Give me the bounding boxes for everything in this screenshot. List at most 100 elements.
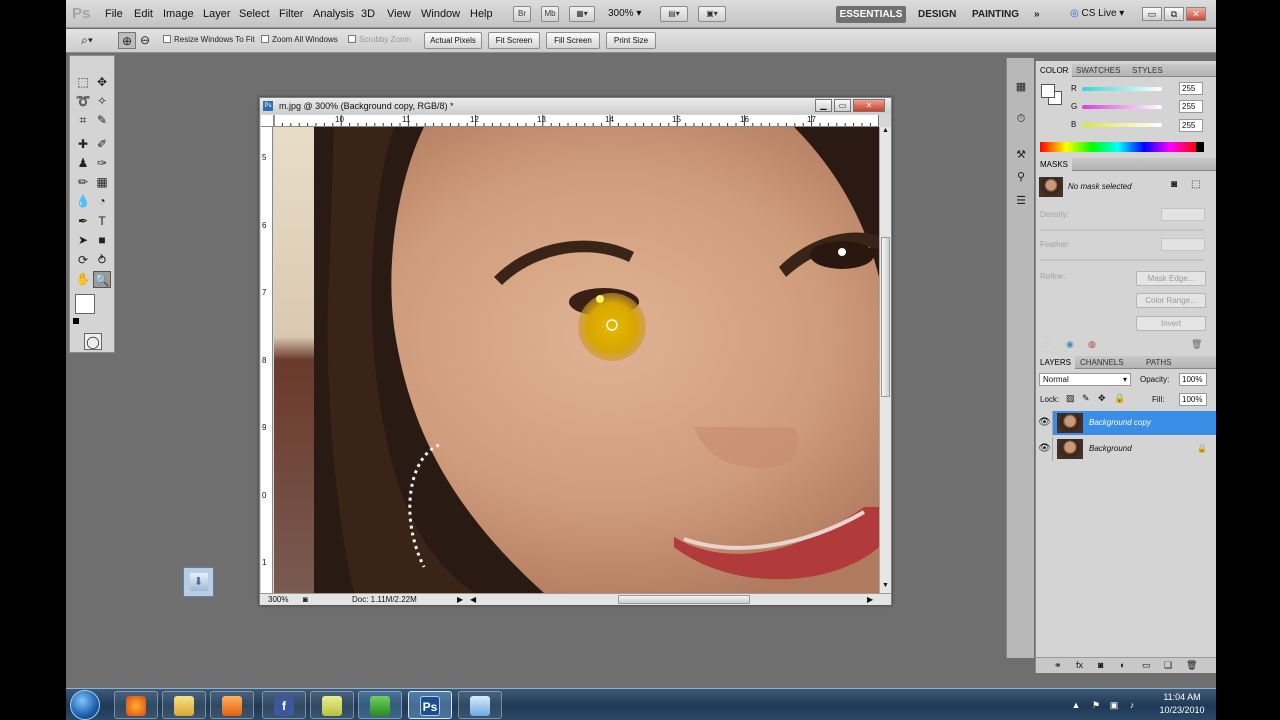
foreground-color-swatch[interactable] [75,294,95,314]
image-canvas[interactable] [274,127,879,593]
horizontal-scroll-thumb[interactable] [618,595,750,604]
taskbar-facebook[interactable]: f [262,691,306,719]
more-workspaces-button[interactable]: » [1034,6,1040,23]
tab-channels[interactable]: CHANNELS [1076,356,1128,369]
layer-row-background-copy[interactable]: Background copy [1053,411,1216,435]
channel-b-slider[interactable] [1082,123,1162,127]
feather-slider[interactable] [1040,259,1204,261]
channel-r-slider[interactable] [1082,87,1162,91]
pixel-mask-icon[interactable]: ◙ [1171,179,1177,190]
eyedropper-tool-icon[interactable]: ✎ [93,112,111,129]
link-layers-icon[interactable]: ⚭ [1054,660,1062,671]
channel-g-slider[interactable] [1082,105,1162,109]
lock-position-icon[interactable]: ✥ [1098,393,1106,404]
scroll-right-icon[interactable]: ▶ [867,594,873,606]
tray-arrow-icon[interactable]: ▲ [1070,699,1082,711]
pen-tool-icon[interactable]: ✒ [74,213,92,230]
doc-close-button[interactable]: ✕ [853,99,885,112]
default-colors-icon[interactable] [73,318,79,324]
invert-button[interactable]: Invert [1136,316,1206,331]
color-range-button[interactable]: Color Range... [1136,293,1206,308]
zoom-out-icon[interactable]: ⊖ [136,32,154,49]
adjustment-layer-icon[interactable]: ◐ [1120,660,1125,670]
apply-mask-icon[interactable]: ◉ [1066,339,1074,350]
menu-layer[interactable]: Layer [203,8,231,20]
tab-paths[interactable]: PATHS [1142,356,1175,369]
scrubby-zoom-checkbox[interactable]: Scrubby Zoom [348,35,411,44]
zoom-tool-preset-icon[interactable]: ⌕▾ [78,32,96,49]
tray-network-icon[interactable]: ▣ [1108,699,1120,711]
density-field[interactable] [1161,208,1205,221]
zoom-level-select[interactable]: 300% ▾ [608,8,641,19]
bridge-button[interactable]: Br [513,6,531,22]
delete-layer-icon[interactable]: 🗑 [1186,660,1197,671]
tray-flag-icon[interactable]: ⚑ [1090,699,1102,711]
layer-style-icon[interactable]: fx [1076,660,1083,670]
lock-transparent-icon[interactable]: ▨ [1066,393,1075,404]
menu-image[interactable]: Image [163,8,194,20]
vertical-scroll-thumb[interactable] [881,237,890,397]
taskbar-firefox[interactable] [114,691,158,719]
minimize-button[interactable]: ▭ [1142,7,1162,21]
start-button[interactable] [70,690,100,720]
channel-b-value[interactable]: 255 [1179,119,1203,132]
minimized-panel-icon[interactable]: ⬇ [183,567,214,597]
taskbar-media-player[interactable] [210,691,254,719]
clone-stamp-icon[interactable]: ♟ [74,155,92,172]
status-menu-arrow-icon[interactable]: ▶ [457,594,463,606]
scroll-down-icon[interactable]: ▼ [882,582,889,589]
restore-button[interactable]: ⧉ [1164,7,1184,21]
dodge-tool-icon[interactable]: ◔ [93,193,111,210]
adjustments-panel-icon[interactable]: ☰ [1011,192,1031,210]
workspace-essentials[interactable]: ESSENTIALS [836,6,906,23]
color-fg-swatch[interactable] [1041,84,1055,98]
tab-masks[interactable]: MASKS [1036,158,1073,171]
tab-layers[interactable]: LAYERS [1036,356,1075,369]
tray-volume-icon[interactable]: ♪ [1126,699,1138,711]
eraser-tool-icon[interactable]: ✏ [74,174,92,191]
healing-brush-icon[interactable]: ✚ [74,136,92,153]
density-slider[interactable] [1040,229,1204,231]
color-spectrum-bar[interactable] [1040,142,1196,152]
3d-orbit-icon[interactable]: ⥁ [93,252,111,269]
lasso-tool-icon[interactable]: ➰ [74,93,92,110]
menu-view[interactable]: View [387,8,411,20]
feather-field[interactable] [1161,238,1205,251]
menu-filter[interactable]: Filter [279,8,303,20]
menu-analysis[interactable]: Analysis [313,8,354,20]
history-panel-icon[interactable]: ⏱ [1011,110,1031,128]
new-group-icon[interactable]: ▭ [1142,660,1151,671]
workspace-design[interactable]: DESIGN [918,6,956,23]
marquee-tool-icon[interactable]: ⬚ [74,74,92,91]
mask-edge-button[interactable]: Mask Edge... [1136,271,1206,286]
taskbar-explorer[interactable] [162,691,206,719]
load-selection-icon[interactable]: ◌ [1044,339,1049,349]
quick-select-tool-icon[interactable]: ✧ [93,93,111,110]
disable-mask-icon[interactable]: ◍ [1088,339,1096,350]
taskbar-app[interactable] [458,691,502,719]
arrange-documents-button[interactable]: ▤▾ [660,6,688,22]
gradient-tool-icon[interactable]: ▦ [93,174,111,191]
channel-g-value[interactable]: 255 [1179,100,1203,113]
menu-select[interactable]: Select [239,8,270,20]
taskbar-camtasia[interactable] [358,691,402,719]
scroll-left-icon[interactable]: ◀ [470,594,476,606]
history-brush-icon[interactable]: ✑ [93,155,111,172]
zoom-in-icon[interactable]: ⊕ [118,32,136,49]
close-button[interactable]: ✕ [1186,7,1206,21]
doc-minimize-button[interactable]: ▁ [815,99,832,112]
layer-row-background[interactable]: Background 🔒 [1053,437,1216,461]
menu-edit[interactable]: Edit [134,8,153,20]
menu-3d[interactable]: 3D [361,8,375,20]
quick-mask-icon[interactable]: ◯ [84,333,102,350]
brush-presets-icon[interactable]: ⚒ [1011,146,1031,164]
shape-tool-icon[interactable]: ■ [93,232,111,249]
path-selection-icon[interactable]: ➤ [74,232,92,249]
system-clock[interactable]: 11:04 AM 10/23/2010 [1150,691,1214,717]
zoom-all-windows-checkbox[interactable]: Zoom All Windows [261,35,338,44]
cs-live-menu[interactable]: ◎ CS Live ▾ [1070,8,1124,19]
3d-rotate-icon[interactable]: ⟳ [74,252,92,269]
spectrum-black[interactable] [1196,142,1204,152]
tab-styles[interactable]: STYLES [1128,64,1167,77]
menu-help[interactable]: Help [470,8,493,20]
